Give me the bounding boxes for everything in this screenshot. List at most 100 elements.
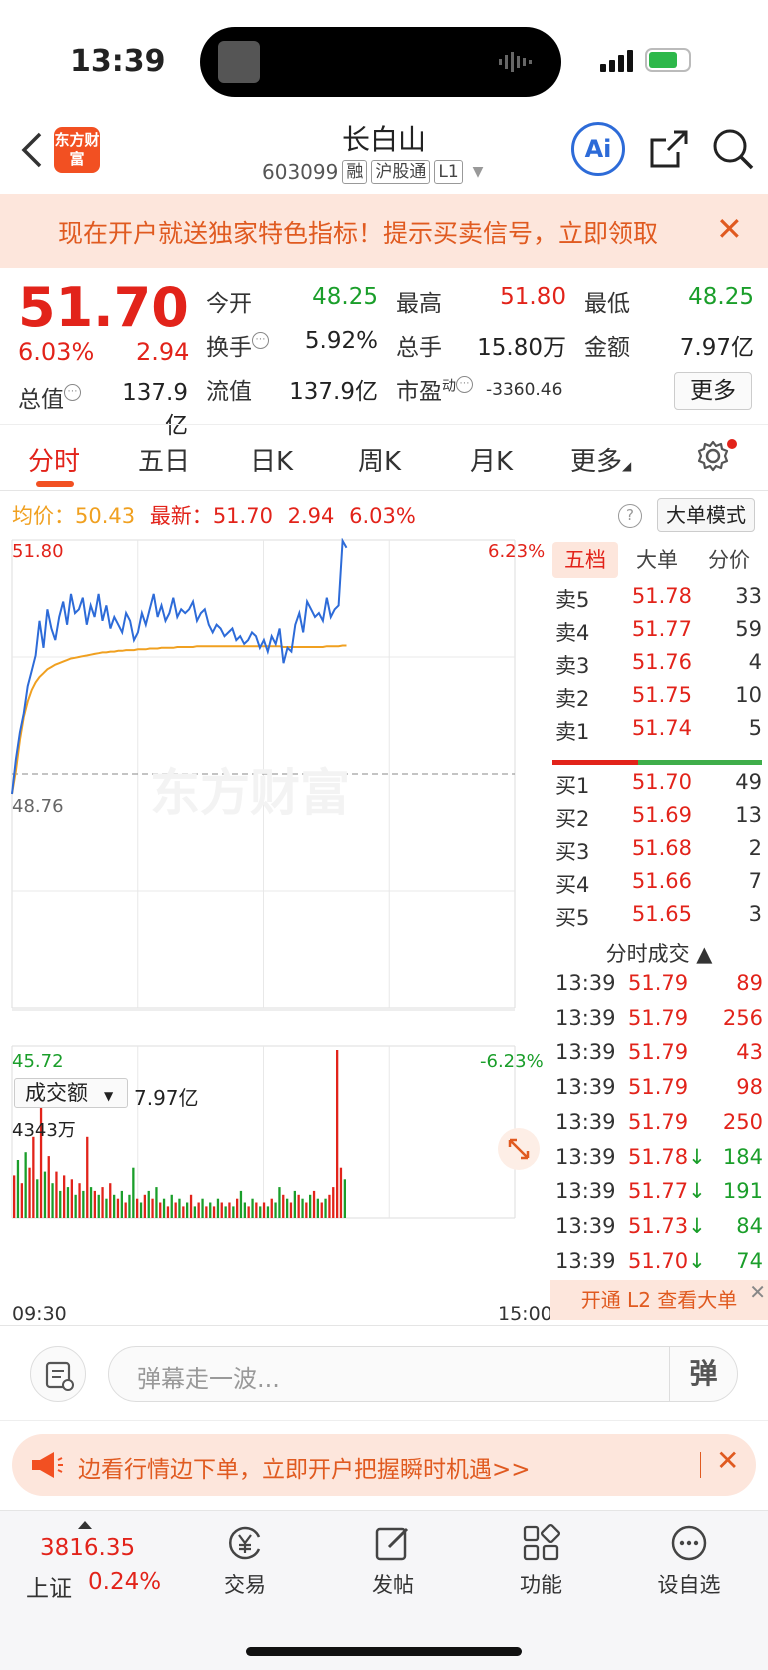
index-pct[interactable]: 0.24%: [88, 1569, 161, 1595]
danmaku-placeholder: 弹幕走一波...: [137, 1365, 280, 1393]
buy-level-row[interactable]: 买2 51.69 13: [550, 803, 768, 836]
nav-functions[interactable]: 功能: [496, 1521, 586, 1599]
volume-bar: [289, 1202, 293, 1218]
level-price: 51.70: [631, 770, 692, 794]
y-min-label: 45.72: [12, 1051, 64, 1072]
danmaku-send-button[interactable]: 弹: [669, 1347, 737, 1401]
volume-bar: [320, 1202, 323, 1218]
sell-level-row[interactable]: 卖5 51.78 33: [550, 584, 768, 617]
volume-bar: [228, 1202, 231, 1218]
volume-bar: [101, 1187, 104, 1218]
info-icon[interactable]: ⋯: [252, 332, 269, 349]
volume-bar: [170, 1194, 173, 1218]
margin-tag: 融: [342, 160, 368, 184]
buy-level-row[interactable]: 买5 51.65 3: [550, 902, 768, 935]
chevron-up-icon[interactable]: [78, 1521, 92, 1529]
tab-five-level[interactable]: 五档: [552, 542, 618, 578]
watermark-logo: 东方财富: [150, 764, 350, 822]
expand-icon[interactable]: [498, 1128, 540, 1170]
volume-bar: [139, 1202, 143, 1218]
level-label: 买4: [555, 873, 590, 897]
nav-watchlist[interactable]: 设自选: [644, 1521, 734, 1599]
tab-daily-k[interactable]: 日K: [250, 441, 293, 478]
tick-volume: 250: [722, 1109, 763, 1134]
search-icon[interactable]: [712, 128, 754, 170]
volume-bar: [262, 1202, 266, 1218]
bottom-promo-text[interactable]: 边看行情边下单，立即开户把握瞬时机遇>>: [78, 1450, 531, 1484]
close-icon[interactable]: ✕: [716, 210, 743, 248]
level-volume: 10: [735, 683, 762, 707]
intraday-chart[interactable]: 东方财富: [0, 538, 550, 1298]
notification-dot: [727, 439, 737, 449]
tick-price: 51.73↓: [628, 1213, 706, 1238]
sell-level-row[interactable]: 卖3 51.76 4: [550, 650, 768, 683]
more-button[interactable]: 更多: [674, 372, 752, 410]
level-label: 买3: [555, 840, 590, 864]
volume-bar: [209, 1202, 212, 1218]
volume-bar: [178, 1198, 181, 1218]
buy-level-row[interactable]: 买3 51.68 2: [550, 836, 768, 869]
promo-banner[interactable]: 现在开户就送独家特色指标！提示买卖信号，立即领取 ✕: [0, 194, 768, 268]
level-price: 51.68: [631, 836, 692, 860]
volume-bar: [20, 1183, 23, 1218]
level-price: 51.66: [631, 869, 692, 893]
tab-intraday[interactable]: 分时: [28, 441, 80, 478]
nav-post[interactable]: 发帖: [348, 1521, 438, 1599]
share-icon[interactable]: [648, 128, 690, 170]
volume-metric-select[interactable]: 成交额 ▼: [14, 1078, 128, 1108]
volume-bar: [28, 1167, 31, 1218]
volume-bar: [162, 1198, 166, 1218]
volume-bar: [247, 1206, 250, 1218]
sell-level-row[interactable]: 卖1 51.74 5: [550, 716, 768, 749]
tick-time: 13:39: [555, 1040, 616, 1065]
sell-level-row[interactable]: 卖2 51.75 10: [550, 683, 768, 716]
volume-bar: [166, 1206, 170, 1218]
tab-five-day[interactable]: 五日: [138, 441, 190, 478]
level-label: 卖5: [555, 588, 590, 612]
volume-bar: [16, 1160, 20, 1218]
sell-level-row[interactable]: 卖4 51.77 59: [550, 617, 768, 650]
danmaku-list-icon[interactable]: [30, 1346, 86, 1402]
tab-big-order[interactable]: 大单: [624, 542, 690, 578]
info-icon[interactable]: ⋯: [64, 384, 81, 401]
prev-close-label: 48.76: [12, 796, 64, 817]
index-name[interactable]: 上证: [26, 1569, 72, 1603]
stock-subtitle[interactable]: 603099 融 沪股通 L1 ▼: [262, 160, 483, 184]
level-volume: 5: [748, 716, 762, 740]
index-value[interactable]: 3816.35: [40, 1535, 135, 1561]
level-label: 买1: [555, 774, 590, 798]
close-icon[interactable]: ✕: [716, 1444, 739, 1477]
volume-bar: [155, 1187, 158, 1218]
open-label: 今开: [206, 291, 252, 317]
info-icon[interactable]: ⋯: [456, 376, 473, 393]
bottom-promo-banner[interactable]: 边看行情边下单，立即开户把握瞬时机遇>> ✕: [12, 1434, 756, 1496]
tick-trades-header[interactable]: 分时成交 ▲: [550, 938, 768, 968]
tick-time: 13:39: [555, 1005, 616, 1030]
pe-label: 市盈动 ⋯: [396, 372, 473, 406]
tab-more[interactable]: 更多◢: [570, 441, 631, 478]
status-time: 13:39: [70, 44, 166, 79]
volume-bar: [70, 1179, 73, 1218]
tab-price-dist[interactable]: 分价: [696, 542, 762, 578]
gear-icon[interactable]: [696, 439, 730, 473]
buy-level-row[interactable]: 买1 51.70 49: [550, 770, 768, 803]
volume-bar: [186, 1202, 189, 1218]
time-end-label: 15:00: [498, 1303, 553, 1325]
level-volume: 2: [748, 836, 762, 860]
promo-text[interactable]: 现在开户就送独家特色指标！提示买卖信号，立即领取: [58, 214, 694, 250]
level-volume: 7: [748, 869, 762, 893]
volume-bar: [316, 1198, 319, 1218]
close-icon[interactable]: ✕: [749, 1280, 766, 1304]
nav-trade[interactable]: 交易: [200, 1521, 290, 1599]
danmaku-input[interactable]: 弹幕走一波... 弹: [108, 1346, 738, 1402]
buy-level-row[interactable]: 买4 51.66 7: [550, 869, 768, 902]
help-icon[interactable]: ?: [618, 504, 642, 528]
l2-upgrade-banner[interactable]: 开通 L2 查看大单 ✕: [550, 1280, 768, 1320]
ai-assistant-button[interactable]: Ai: [571, 122, 625, 176]
tab-weekly-k[interactable]: 周K: [358, 441, 401, 478]
tick-volume: 89: [736, 971, 763, 995]
big-order-mode-button[interactable]: 大单模式: [657, 498, 755, 532]
tick-trade-row: 13:39 51.78↓ 184: [550, 1145, 768, 1179]
volume-bar: [286, 1198, 289, 1218]
tab-monthly-k[interactable]: 月K: [470, 441, 513, 478]
